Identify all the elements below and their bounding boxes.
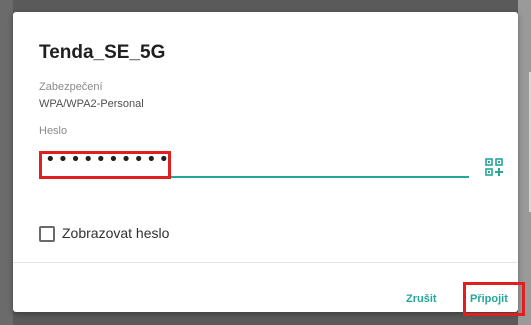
security-value: WPA/WPA2-Personal [39, 98, 144, 110]
footer-divider [13, 262, 518, 263]
connect-button-label: Připojit [470, 293, 508, 305]
show-password-label[interactable]: Zobrazovat heslo [62, 225, 169, 241]
password-label: Heslo [39, 125, 68, 137]
qr-code-icon[interactable] [485, 158, 503, 176]
security-label: Zabezpečení [39, 81, 103, 93]
password-highlight-box [39, 151, 171, 179]
wifi-connect-dialog: Tenda_SE_5G Zabezpečení WPA/WPA2-Persona… [13, 12, 531, 316]
network-name-title: Tenda_SE_5G [39, 42, 166, 63]
backdrop [0, 0, 13, 325]
connect-button[interactable]: Připojit [463, 282, 525, 316]
show-password-checkbox[interactable] [39, 226, 55, 242]
cancel-button[interactable]: Zrušit [406, 293, 437, 305]
